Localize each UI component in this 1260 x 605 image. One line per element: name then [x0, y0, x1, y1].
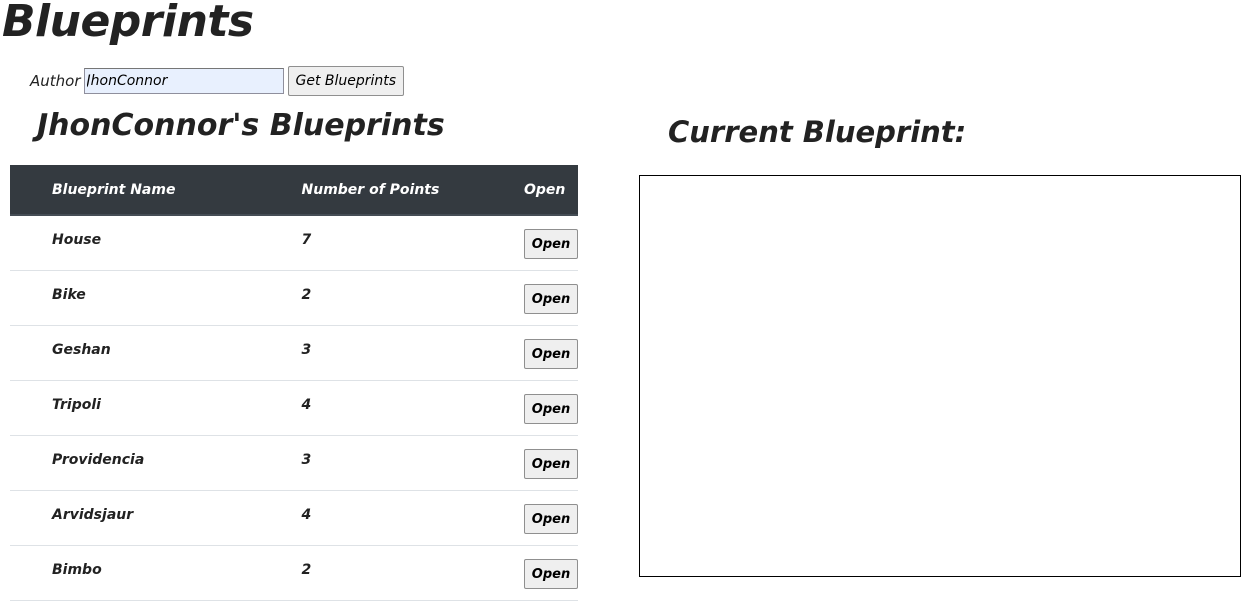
page-title: Blueprints [2, 0, 254, 47]
open-blueprint-button[interactable]: Open [524, 394, 578, 424]
blueprint-points-cell: 4 [301, 380, 524, 436]
blueprint-name-cell: Tripoli [10, 380, 302, 436]
blueprint-name-cell: Geshan [10, 325, 302, 381]
open-cell: Open [524, 325, 578, 381]
blueprints-table: Blueprint Name Number of Points Open Hou… [10, 165, 578, 601]
current-blueprint-title: Current Blueprint: [668, 115, 967, 149]
table-row: Bike 2 Open [10, 270, 578, 326]
blueprint-points-cell: 2 [301, 270, 524, 326]
blueprint-name-cell: Providencia [10, 435, 302, 491]
blueprint-name-cell: House [10, 215, 302, 271]
blueprint-points: 4 [301, 397, 312, 413]
column-header-name: Blueprint Name [10, 165, 302, 216]
open-blueprint-button[interactable]: Open [524, 449, 578, 479]
blueprint-points-cell: 2 [301, 545, 524, 601]
blueprint-name-cell: Bimbo [10, 545, 302, 601]
blueprint-points: 7 [301, 232, 312, 248]
blueprint-points: 4 [301, 507, 312, 523]
blueprint-name: House [52, 232, 102, 248]
open-blueprint-button[interactable]: Open [524, 229, 578, 259]
column-header-points: Number of Points [301, 165, 524, 216]
blueprint-points-cell: 3 [301, 435, 524, 491]
table-row: Bimbo 2 Open [10, 545, 578, 601]
blueprint-points-cell: 7 [301, 215, 524, 271]
author-label: Author [30, 72, 81, 90]
table-row: Geshan 3 Open [10, 325, 578, 381]
author-search-form: Author Get Blueprints [30, 66, 405, 96]
blueprint-points: 3 [301, 342, 312, 358]
open-cell: Open [524, 380, 578, 436]
blueprint-name-cell: Arvidsjaur [10, 490, 302, 546]
table-row: Tripoli 4 Open [10, 380, 578, 436]
open-cell: Open [524, 545, 578, 601]
blueprint-points-cell: 3 [301, 325, 524, 381]
blueprint-name: Geshan [52, 342, 111, 358]
table-row: Providencia 3 Open [10, 435, 578, 491]
blueprint-name: Bike [52, 287, 86, 303]
open-cell: Open [524, 270, 578, 326]
blueprint-name: Bimbo [52, 562, 102, 578]
blueprint-name: Providencia [52, 452, 145, 468]
blueprint-name: Arvidsjaur [52, 507, 134, 523]
author-blueprints-title: JhonConnor's Blueprints [37, 108, 445, 143]
blueprint-name-cell: Bike [10, 270, 302, 326]
open-cell: Open [524, 490, 578, 546]
open-cell: Open [524, 215, 578, 271]
blueprint-points-cell: 4 [301, 490, 524, 546]
blueprint-points: 2 [301, 562, 312, 578]
blueprint-canvas[interactable] [639, 175, 1241, 577]
blueprint-name: Tripoli [52, 397, 101, 413]
table-header-row: Blueprint Name Number of Points Open [10, 165, 578, 216]
get-blueprints-button[interactable]: Get Blueprints [287, 66, 405, 96]
open-blueprint-button[interactable]: Open [524, 339, 578, 369]
open-cell: Open [524, 435, 578, 491]
column-header-open: Open [524, 165, 578, 216]
blueprint-points: 3 [301, 452, 312, 468]
table-row: Arvidsjaur 4 Open [10, 490, 578, 546]
open-blueprint-button[interactable]: Open [524, 559, 578, 589]
open-blueprint-button[interactable]: Open [524, 284, 578, 314]
table-row: House 7 Open [10, 215, 578, 271]
open-blueprint-button[interactable]: Open [524, 504, 578, 534]
author-input[interactable] [83, 68, 284, 94]
blueprint-points: 2 [301, 287, 312, 303]
